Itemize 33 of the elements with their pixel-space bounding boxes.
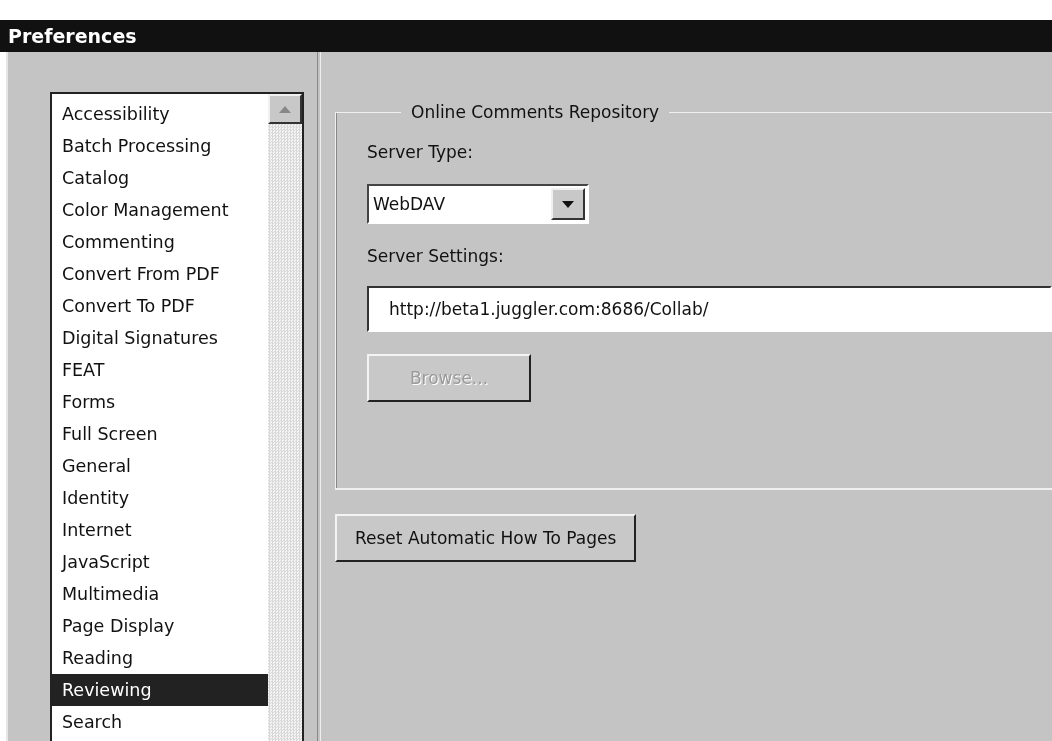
category-item[interactable]: Multimedia [52, 578, 268, 610]
category-item[interactable]: Forms [52, 386, 268, 418]
category-item[interactable]: FEAT [52, 354, 268, 386]
category-item[interactable]: Reading [52, 642, 268, 674]
category-item[interactable]: Catalog [52, 162, 268, 194]
server-type-label: Server Type: [367, 142, 473, 162]
server-settings-label: Server Settings: [367, 246, 504, 266]
category-item[interactable]: Convert From PDF [52, 258, 268, 290]
category-item[interactable]: Internet [52, 514, 268, 546]
category-item[interactable]: Full Screen [52, 418, 268, 450]
window-title: Preferences [0, 20, 1052, 52]
category-item[interactable]: Color Management [52, 194, 268, 226]
server-settings-field[interactable]: http://beta1.juggler.com:8686/Collab/ [367, 286, 1052, 332]
category-item[interactable]: Convert To PDF [52, 290, 268, 322]
scrollbar[interactable] [268, 94, 302, 741]
category-item[interactable]: Batch Processing [52, 130, 268, 162]
category-item[interactable]: General [52, 450, 268, 482]
category-item[interactable]: Commenting [52, 226, 268, 258]
caret-icon [562, 200, 574, 208]
up-arrow-icon [279, 105, 291, 113]
category-item[interactable]: Search [52, 706, 268, 738]
category-item[interactable]: Reviewing [52, 674, 268, 706]
dropdown-button[interactable] [551, 188, 585, 220]
category-item[interactable]: Page Display [52, 610, 268, 642]
dropdown-value: WebDAV [373, 194, 446, 214]
category-item[interactable]: Identity [52, 482, 268, 514]
scroll-up-button[interactable] [268, 94, 302, 124]
reset-button[interactable]: Reset Automatic How To Pages [335, 514, 637, 562]
group-title: Online Comments Repository [410, 102, 661, 122]
category-item[interactable]: JavaScript [52, 546, 268, 578]
server-type-dropdown[interactable]: WebDAV [367, 184, 589, 224]
category-item[interactable]: Accessibility [52, 98, 268, 130]
category-item[interactable]: Digital Signatures [52, 322, 268, 354]
